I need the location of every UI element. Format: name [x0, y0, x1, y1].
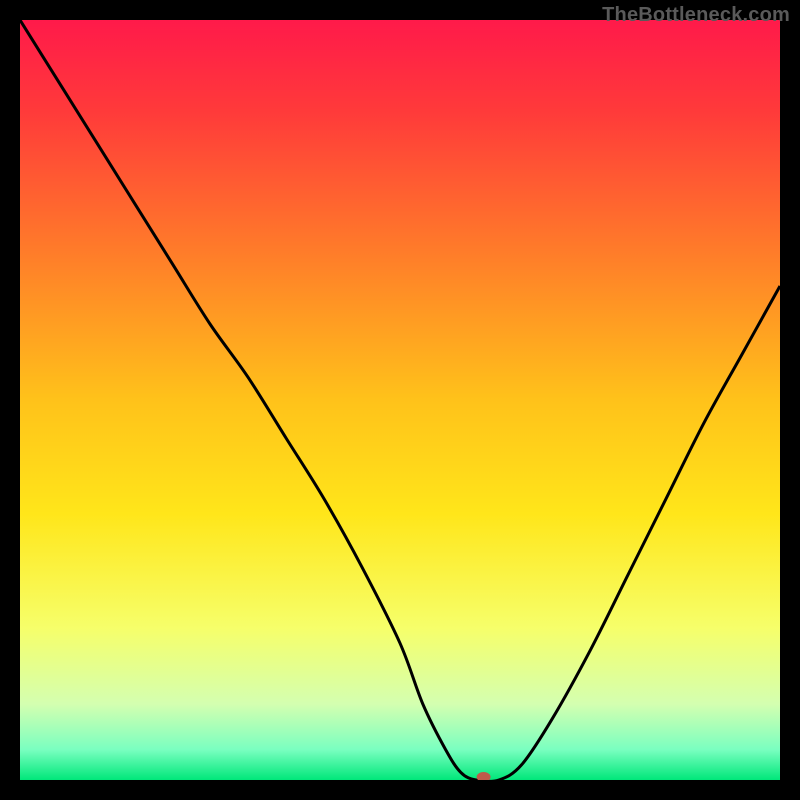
bottleneck-chart [20, 20, 780, 780]
chart-svg [20, 20, 780, 780]
watermark-text: TheBottleneck.com [602, 4, 790, 27]
gradient-background [20, 20, 780, 780]
